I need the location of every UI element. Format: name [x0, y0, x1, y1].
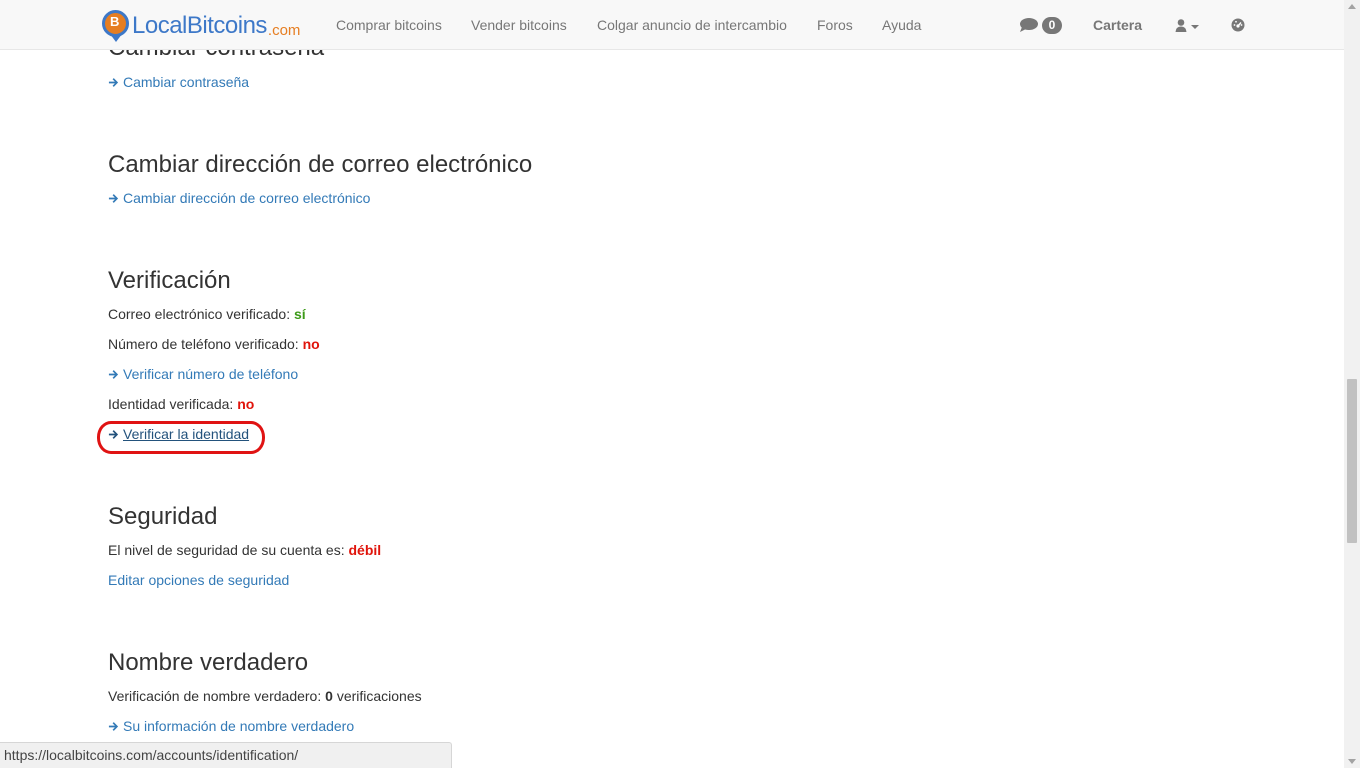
- top-navbar: B LocalBitcoins .com Comprar bitcoins Ve…: [0, 0, 1344, 50]
- security-level-label: El nivel de seguridad de su cuenta es:: [108, 542, 345, 558]
- email-verified-row: Correo electrónico verificado: sí: [108, 306, 306, 322]
- verification-heading: Verificación: [108, 267, 231, 294]
- brand-logo[interactable]: B LocalBitcoins .com: [102, 10, 300, 42]
- real-name-info-label[interactable]: Su información de nombre verdadero: [123, 718, 354, 734]
- security-level-value: débil: [348, 542, 382, 558]
- vertical-scrollbar[interactable]: [1344, 0, 1360, 768]
- scroll-down-arrow-icon[interactable]: [1348, 759, 1356, 764]
- real-name-info-link[interactable]: Su información de nombre verdadero: [108, 718, 354, 734]
- nav-forums[interactable]: Foros: [817, 17, 853, 33]
- nav-sell-bitcoins[interactable]: Vender bitcoins: [471, 17, 567, 33]
- real-name-count-suffix: verificaciones: [336, 688, 422, 704]
- change-password-label[interactable]: Cambiar contraseña: [123, 74, 249, 90]
- brand-name: LocalBitcoins: [132, 12, 267, 39]
- verify-phone-link[interactable]: Verificar número de teléfono: [108, 366, 298, 382]
- phone-verified-row: Número de teléfono verificado: no: [108, 336, 320, 352]
- change-password-link[interactable]: Cambiar contraseña: [108, 74, 249, 90]
- edit-security-link[interactable]: Editar opciones de seguridad: [108, 572, 289, 588]
- email-heading: Cambiar dirección de correo electrónico: [108, 151, 533, 178]
- brand-suffix: .com: [267, 21, 301, 39]
- nav-post-trade[interactable]: Colgar anuncio de intercambio: [597, 17, 787, 33]
- nav-help[interactable]: Ayuda: [882, 17, 921, 33]
- verify-phone-label[interactable]: Verificar número de teléfono: [123, 366, 298, 382]
- real-name-row: Verificación de nombre verdadero: 0 veri…: [108, 688, 422, 704]
- bitcoin-pin-icon: B: [102, 10, 129, 42]
- change-email-link[interactable]: Cambiar dirección de correo electrónico: [108, 190, 370, 206]
- identity-verified-label: Identidad verificada:: [108, 396, 234, 412]
- identity-verified-value: no: [237, 396, 255, 412]
- email-verified-label: Correo electrónico verificado:: [108, 306, 291, 322]
- user-icon: [1175, 19, 1187, 32]
- arrow-right-icon: [108, 78, 119, 87]
- edit-security-label[interactable]: Editar opciones de seguridad: [108, 572, 289, 588]
- identity-verified-row: Identidad verificada: no: [108, 396, 254, 412]
- email-verified-value: sí: [293, 306, 306, 322]
- user-menu-dropdown[interactable]: [1175, 18, 1201, 34]
- arrow-right-icon: [108, 722, 119, 731]
- comment-icon[interactable]: [1019, 18, 1038, 32]
- dashboard-icon[interactable]: [1231, 18, 1245, 32]
- real-name-count: 0: [325, 688, 333, 704]
- wallet-link[interactable]: Cartera: [1093, 17, 1142, 33]
- real-name-label: Verificación de nombre verdadero:: [108, 688, 322, 704]
- messages-count-badge[interactable]: 0: [1042, 17, 1062, 34]
- real-name-heading: Nombre verdadero: [108, 649, 309, 676]
- security-level-row: El nivel de seguridad de su cuenta es: d…: [108, 542, 381, 558]
- scrollbar-thumb[interactable]: [1347, 379, 1357, 543]
- arrow-right-icon: [108, 370, 119, 379]
- nav-buy-bitcoins[interactable]: Comprar bitcoins: [336, 17, 442, 33]
- arrow-right-icon: [108, 194, 119, 203]
- page: Cambiar contraseña Cambiar contraseña Ca…: [0, 0, 1344, 768]
- change-email-label[interactable]: Cambiar dirección de correo electrónico: [123, 190, 370, 206]
- link-status-bar: https://localbitcoins.com/accounts/ident…: [0, 742, 452, 768]
- caret-down-icon: [1191, 25, 1199, 29]
- security-heading: Seguridad: [108, 503, 218, 530]
- scroll-up-arrow-icon[interactable]: [1348, 4, 1356, 9]
- highlight-annotation: [97, 421, 265, 454]
- phone-verified-label: Número de teléfono verificado:: [108, 336, 299, 352]
- phone-verified-value: no: [302, 336, 320, 352]
